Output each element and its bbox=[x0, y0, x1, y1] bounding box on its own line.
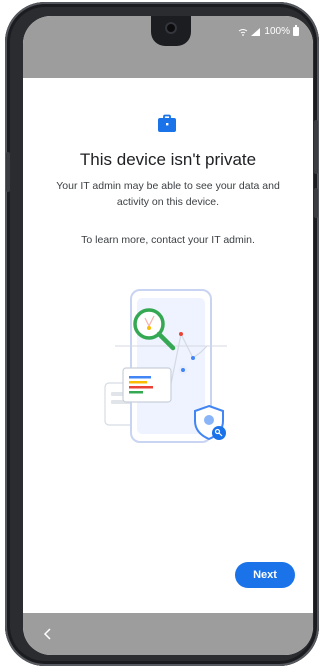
main-content: This device isn't private Your IT admin … bbox=[23, 78, 313, 613]
page-title: This device isn't private bbox=[79, 150, 257, 169]
phone-frame: 100% This device isn't private Your IT a… bbox=[5, 2, 319, 666]
device-screen: 100% This device isn't private Your IT a… bbox=[23, 16, 313, 655]
power-button bbox=[314, 188, 318, 218]
back-icon[interactable] bbox=[41, 626, 55, 642]
device-privacy-illustration bbox=[104, 289, 227, 443]
signal-icon bbox=[251, 27, 261, 36]
navigation-bar bbox=[23, 613, 313, 655]
learn-more-text: To learn more, contact your IT admin. bbox=[81, 234, 255, 246]
bixby-button bbox=[6, 152, 10, 192]
status-bar: 100% bbox=[23, 16, 313, 78]
camera-notch bbox=[151, 16, 191, 46]
battery-icon bbox=[293, 25, 299, 36]
volume-button bbox=[314, 120, 318, 174]
next-button[interactable]: Next bbox=[235, 562, 295, 588]
status-icons: 100% bbox=[238, 25, 299, 37]
front-camera bbox=[165, 22, 177, 34]
briefcase-icon bbox=[158, 114, 176, 132]
wifi-calling-icon bbox=[238, 28, 248, 36]
battery-percent: 100% bbox=[264, 26, 290, 37]
description-text: Your IT admin may be able to see your da… bbox=[56, 180, 280, 208]
